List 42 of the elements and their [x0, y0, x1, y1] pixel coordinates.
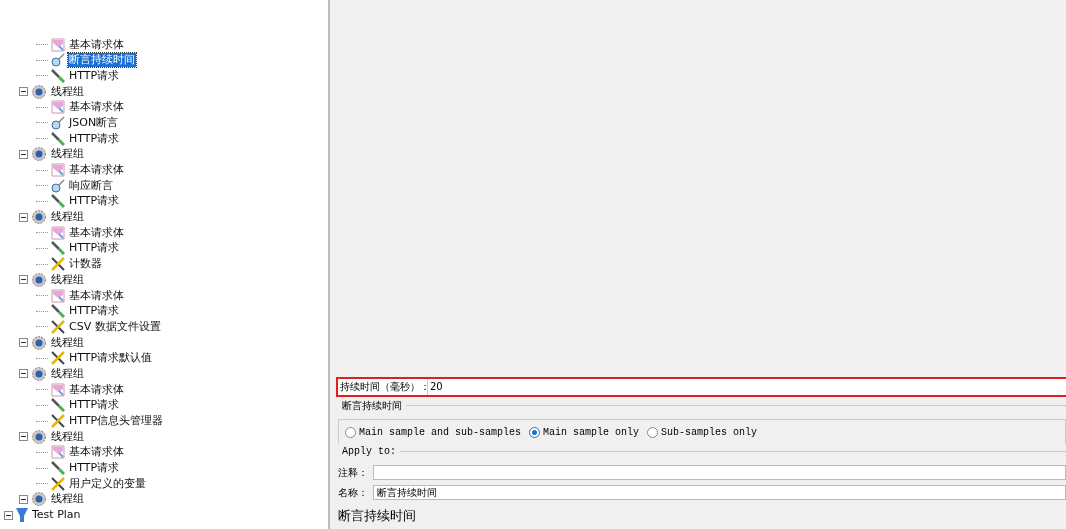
tree-item[interactable]: Test Plan: [31, 508, 82, 523]
radio-label: Main sample only: [543, 425, 640, 440]
radio-label: Sub-samples only: [661, 425, 758, 440]
fieldset-legend: Apply to:: [342, 443, 396, 459]
tree-item[interactable]: JSON断言: [68, 115, 120, 130]
tree-item[interactable]: 断言持续时间: [68, 53, 136, 68]
field-label: 名称：: [338, 485, 369, 500]
tree-item[interactable]: 基本请求体: [68, 382, 125, 397]
tree-item[interactable]: HTTP请求: [68, 194, 121, 209]
tree-item[interactable]: HTTP请求: [68, 131, 121, 146]
tree-item[interactable]: HTTP请求: [68, 241, 121, 256]
tree-item[interactable]: 线程组: [50, 210, 85, 225]
tree-item[interactable]: 线程组: [50, 272, 85, 287]
tree-item[interactable]: HTTP请求: [68, 68, 121, 83]
tree-item[interactable]: HTTP请求默认值: [68, 351, 154, 366]
tree-item[interactable]: 计数器: [68, 257, 103, 272]
tree-item[interactable]: 线程组: [50, 84, 85, 99]
tree-item[interactable]: HTTP请求: [68, 461, 121, 476]
tree-item[interactable]: 基本请求体: [68, 445, 125, 460]
tree-item[interactable]: 线程组: [50, 147, 85, 162]
panel-title: 断言持续时间: [338, 506, 417, 525]
tree-item[interactable]: 线程组: [50, 492, 85, 507]
tree-item[interactable]: 线程组: [50, 366, 85, 381]
tree-item[interactable]: HTTP请求: [68, 304, 121, 319]
duration-field[interactable]: 持续时间（毫秒）：20: [338, 378, 1066, 395]
field-label: 注释：: [338, 465, 369, 480]
tree-item[interactable]: 用户定义的变量: [68, 476, 147, 491]
fieldset-legend: 断言持续时间: [342, 397, 402, 413]
tree-item[interactable]: 基本请求体: [68, 163, 125, 178]
tree-item[interactable]: 基本请求体: [68, 100, 125, 115]
tree-item[interactable]: 基本请求体: [68, 225, 125, 240]
tree-item[interactable]: 基本请求体: [68, 37, 125, 52]
tree-item[interactable]: HTTP信息头管理器: [68, 414, 165, 429]
field-value: 20: [430, 380, 444, 394]
name-field[interactable]: 断言持续时间: [373, 484, 1066, 500]
tree-item[interactable]: 基本请求体: [68, 288, 125, 303]
tree-item[interactable]: HTTP请求: [68, 398, 121, 413]
tree-item[interactable]: 响应断言: [68, 178, 114, 193]
tree-item[interactable]: 线程组: [50, 429, 85, 444]
tree-item[interactable]: 线程组: [50, 335, 85, 350]
tree-item[interactable]: CSV 数据文件设置: [68, 319, 162, 334]
radio-label: Main sample and sub-samples: [359, 425, 522, 440]
